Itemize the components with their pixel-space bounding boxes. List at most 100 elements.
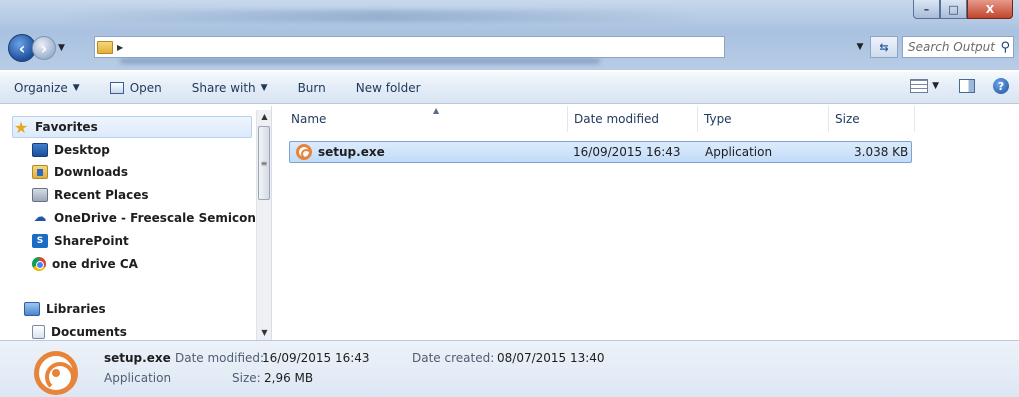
- nav-item-label: Desktop: [54, 143, 110, 157]
- open-label: Open: [129, 80, 162, 95]
- blurred-title: [60, 10, 700, 22]
- column-header-date-modified[interactable]: Date modified: [568, 106, 698, 132]
- nav-item-label: Downloads: [54, 165, 129, 179]
- details-date-created-label: Date created:: [412, 351, 495, 365]
- details-date-modified-label: Date modified:: [175, 351, 265, 365]
- refresh-icon: ⇆: [879, 40, 889, 54]
- nav-libraries-label: Libraries: [46, 302, 106, 316]
- desktop-icon: [32, 143, 48, 157]
- nav-item-label: OneDrive - Freescale Semicondu: [54, 211, 256, 225]
- column-type-label: Type: [704, 112, 732, 126]
- file-size-cell: 3.038 KB: [854, 145, 909, 159]
- nav-item-label: one drive CA: [52, 257, 138, 271]
- details-filetype: Application: [104, 371, 172, 385]
- column-header-size[interactable]: Size: [829, 106, 915, 132]
- file-row-setup-exe[interactable]: setup.exe 16/09/2015 16:43 Application 3…: [289, 141, 912, 163]
- nav-item-one-drive-ca[interactable]: one drive CA: [32, 253, 138, 275]
- minimize-icon: –: [923, 2, 930, 16]
- recent-pages-dropdown[interactable]: ▼: [58, 43, 65, 53]
- scroll-up-arrow-icon[interactable]: ▲: [257, 110, 272, 124]
- burn-label: Burn: [297, 80, 326, 95]
- file-list-pane: Name ▲ Date modified Type Size setup.exe…: [275, 106, 1019, 340]
- address-history-dropdown[interactable]: ▼: [852, 36, 868, 58]
- column-header-name[interactable]: Name ▲: [285, 106, 568, 132]
- nav-item-downloads[interactable]: Downloads: [32, 161, 128, 183]
- forward-arrow-icon: ›: [40, 38, 48, 58]
- file-date-cell: 16/09/2015 16:43: [573, 145, 681, 159]
- new-folder-button[interactable]: New folder: [356, 81, 421, 95]
- preview-pane-icon[interactable]: [959, 79, 975, 93]
- new-folder-label: New folder: [355, 80, 421, 95]
- help-icon[interactable]: ?: [993, 78, 1009, 94]
- details-size-label: Size:: [232, 371, 261, 385]
- libraries-icon: [24, 302, 40, 316]
- search-input[interactable]: Search Output ⚲: [902, 36, 1014, 58]
- nav-item-label: Documents: [51, 325, 127, 339]
- organize-button[interactable]: Organize ▼: [14, 81, 80, 95]
- chevron-down-icon: ▼: [260, 82, 268, 93]
- sharepoint-icon: S: [32, 234, 48, 248]
- nav-favorites[interactable]: ★ Favorites: [12, 116, 252, 138]
- details-pane: setup.exe Date modified: 16/09/2015 16:4…: [0, 340, 1019, 397]
- nav-item-sharepoint[interactable]: S SharePoint: [32, 230, 129, 252]
- window-titlebar: – □ X ‹ › ▼ ▶ ▼ ⇆ Search Output ⚲: [0, 0, 1019, 70]
- chrome-icon: [32, 257, 46, 271]
- close-icon: X: [985, 2, 995, 16]
- address-bar[interactable]: ▶: [94, 36, 725, 58]
- search-placeholder: Search Output: [908, 40, 995, 54]
- column-name-label: Name: [291, 112, 327, 126]
- nav-item-onedrive[interactable]: ☁ OneDrive - Freescale Semicondu: [32, 207, 257, 229]
- back-arrow-icon: ‹: [18, 38, 26, 58]
- folder-icon: [97, 40, 113, 54]
- nav-item-recent-places[interactable]: Recent Places: [32, 184, 149, 206]
- exe-file-icon: [296, 144, 312, 160]
- details-filename: setup.exe: [104, 351, 171, 365]
- open-button[interactable]: Open: [109, 80, 162, 95]
- downloads-folder-icon: [32, 165, 48, 179]
- refresh-button[interactable]: ⇆: [870, 36, 898, 58]
- toolbar-right: ▼ ?: [910, 78, 1009, 94]
- open-icon: [109, 81, 124, 94]
- maximize-button[interactable]: □: [940, 0, 967, 19]
- column-date-label: Date modified: [574, 112, 660, 126]
- nav-item-desktop[interactable]: Desktop: [32, 139, 110, 161]
- file-name: setup.exe: [318, 145, 385, 159]
- file-type-cell: Application: [705, 145, 773, 159]
- navigation-buttons: ‹ › ▼: [8, 34, 65, 62]
- view-options-dropdown[interactable]: ▼: [932, 81, 939, 91]
- documents-icon: [32, 325, 45, 339]
- navigation-pane: ★ Favorites Desktop Downloads Recent Pla…: [12, 106, 272, 340]
- details-size-value: 2,96 MB: [264, 371, 314, 385]
- nav-favorites-label: Favorites: [35, 120, 98, 134]
- maximize-icon: □: [948, 2, 959, 16]
- sort-ascending-icon: ▲: [433, 106, 440, 115]
- nav-item-label: SharePoint: [54, 234, 129, 248]
- burn-button[interactable]: Burn: [298, 81, 326, 95]
- close-button[interactable]: X: [967, 0, 1013, 19]
- blurred-menu: [120, 58, 600, 64]
- recent-places-icon: [32, 188, 48, 202]
- favorites-star-icon: ★: [13, 117, 29, 137]
- command-toolbar: Organize ▼ Open Share with ▼ Burn New fold…: [0, 72, 1019, 104]
- breadcrumb-arrow-icon[interactable]: ▶: [117, 43, 123, 52]
- file-name-cell: setup.exe: [296, 142, 385, 162]
- window-controls: – □ X: [913, 0, 1013, 19]
- share-with-label: Share with: [191, 80, 256, 95]
- organize-label: Organize: [14, 80, 68, 95]
- nav-pane-scrollbar[interactable]: ▲ ≡ ▼: [256, 110, 271, 340]
- onedrive-icon: ☁: [33, 210, 47, 225]
- search-icon[interactable]: ⚲: [1000, 40, 1010, 55]
- scrollbar-thumb[interactable]: ≡: [258, 126, 270, 200]
- forward-button[interactable]: ›: [32, 36, 56, 60]
- details-date-created-value: 08/07/2015 13:40: [497, 351, 605, 365]
- minimize-button[interactable]: –: [913, 0, 940, 19]
- details-date-modified-value: 16/09/2015 16:43: [262, 351, 370, 365]
- column-header-type[interactable]: Type: [698, 106, 829, 132]
- share-with-button[interactable]: Share with ▼: [192, 81, 268, 95]
- column-size-label: Size: [835, 112, 860, 126]
- scroll-down-arrow-icon[interactable]: ▼: [257, 326, 272, 340]
- chevron-down-icon: ▼: [72, 82, 80, 93]
- nav-libraries[interactable]: Libraries: [24, 298, 106, 320]
- nav-item-label: Recent Places: [54, 188, 149, 202]
- change-view-icon[interactable]: [910, 79, 929, 93]
